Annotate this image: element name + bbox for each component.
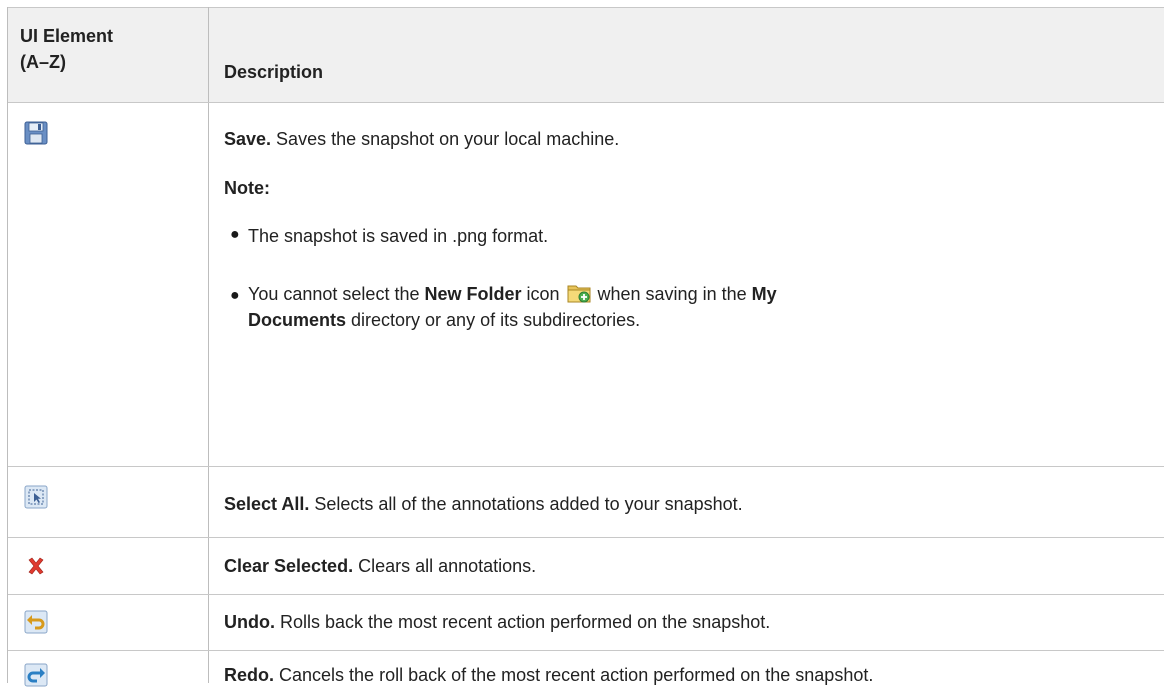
redo-title: Redo. [224, 665, 275, 685]
header-ui-element: UI Element (A–Z) [20, 23, 113, 75]
bullet-dot: ● [230, 287, 240, 304]
row-divider [8, 102, 1164, 103]
red-x-icon [28, 557, 44, 575]
save-text: Saves the snapshot on your local machine… [271, 129, 620, 149]
bullet-new-folder-note: You cannot select the New Folder icon wh… [248, 281, 777, 333]
bullet-png-format: The snapshot is saved in .png format. [248, 226, 549, 246]
column-divider [208, 7, 209, 683]
select-all-text: Selects all of the annotations added to … [309, 494, 743, 514]
select-all-icon [24, 485, 48, 509]
note-text-part2: icon [521, 284, 565, 304]
save-disk-icon [24, 121, 48, 145]
select-all-title: Select All. [224, 494, 310, 514]
new-folder-label: New Folder [424, 284, 522, 304]
clear-selected-title: Clear Selected. [224, 556, 354, 576]
undo-text: Rolls back the most recent action perfor… [275, 612, 771, 632]
note-text-part4: directory or any of its subdirectories. [346, 310, 641, 330]
table-header [8, 7, 1164, 103]
row-divider [8, 466, 1164, 467]
my-documents-label-1: My [751, 284, 777, 304]
header-ui-element-line1: UI Element [20, 26, 114, 46]
row-divider [8, 594, 1164, 595]
undo-description: Undo. Rolls back the most recent action … [224, 612, 770, 633]
header-ui-element-line2: (A–Z) [20, 52, 66, 72]
note-label: Note: [224, 178, 270, 198]
save-description: Save. Saves the snapshot on your local m… [224, 129, 619, 150]
redo-arrow-icon [24, 663, 48, 687]
row-divider [8, 537, 1164, 538]
undo-arrow-icon [24, 610, 48, 634]
row-divider [8, 650, 1164, 651]
select-all-description: Select All. Selects all of the annotatio… [224, 494, 743, 515]
bullet-dot: ● [230, 226, 240, 243]
clear-selected-text: Clears all annotations. [353, 556, 537, 576]
clear-selected-description: Clear Selected. Clears all annotations. [224, 556, 536, 577]
header-description: Description [224, 62, 324, 82]
my-documents-label-2: Documents [248, 310, 347, 330]
save-title: Save. [224, 129, 272, 149]
redo-text: Cancels the roll back of the most recent… [274, 665, 874, 685]
note-text-part3: when saving in the [592, 284, 752, 304]
note-text-part1: You cannot select the [248, 284, 425, 304]
undo-title: Undo. [224, 612, 275, 632]
new-folder-icon [567, 285, 591, 303]
ui-elements-table: UI Element (A–Z) Description Save. Saves… [7, 7, 1164, 687]
